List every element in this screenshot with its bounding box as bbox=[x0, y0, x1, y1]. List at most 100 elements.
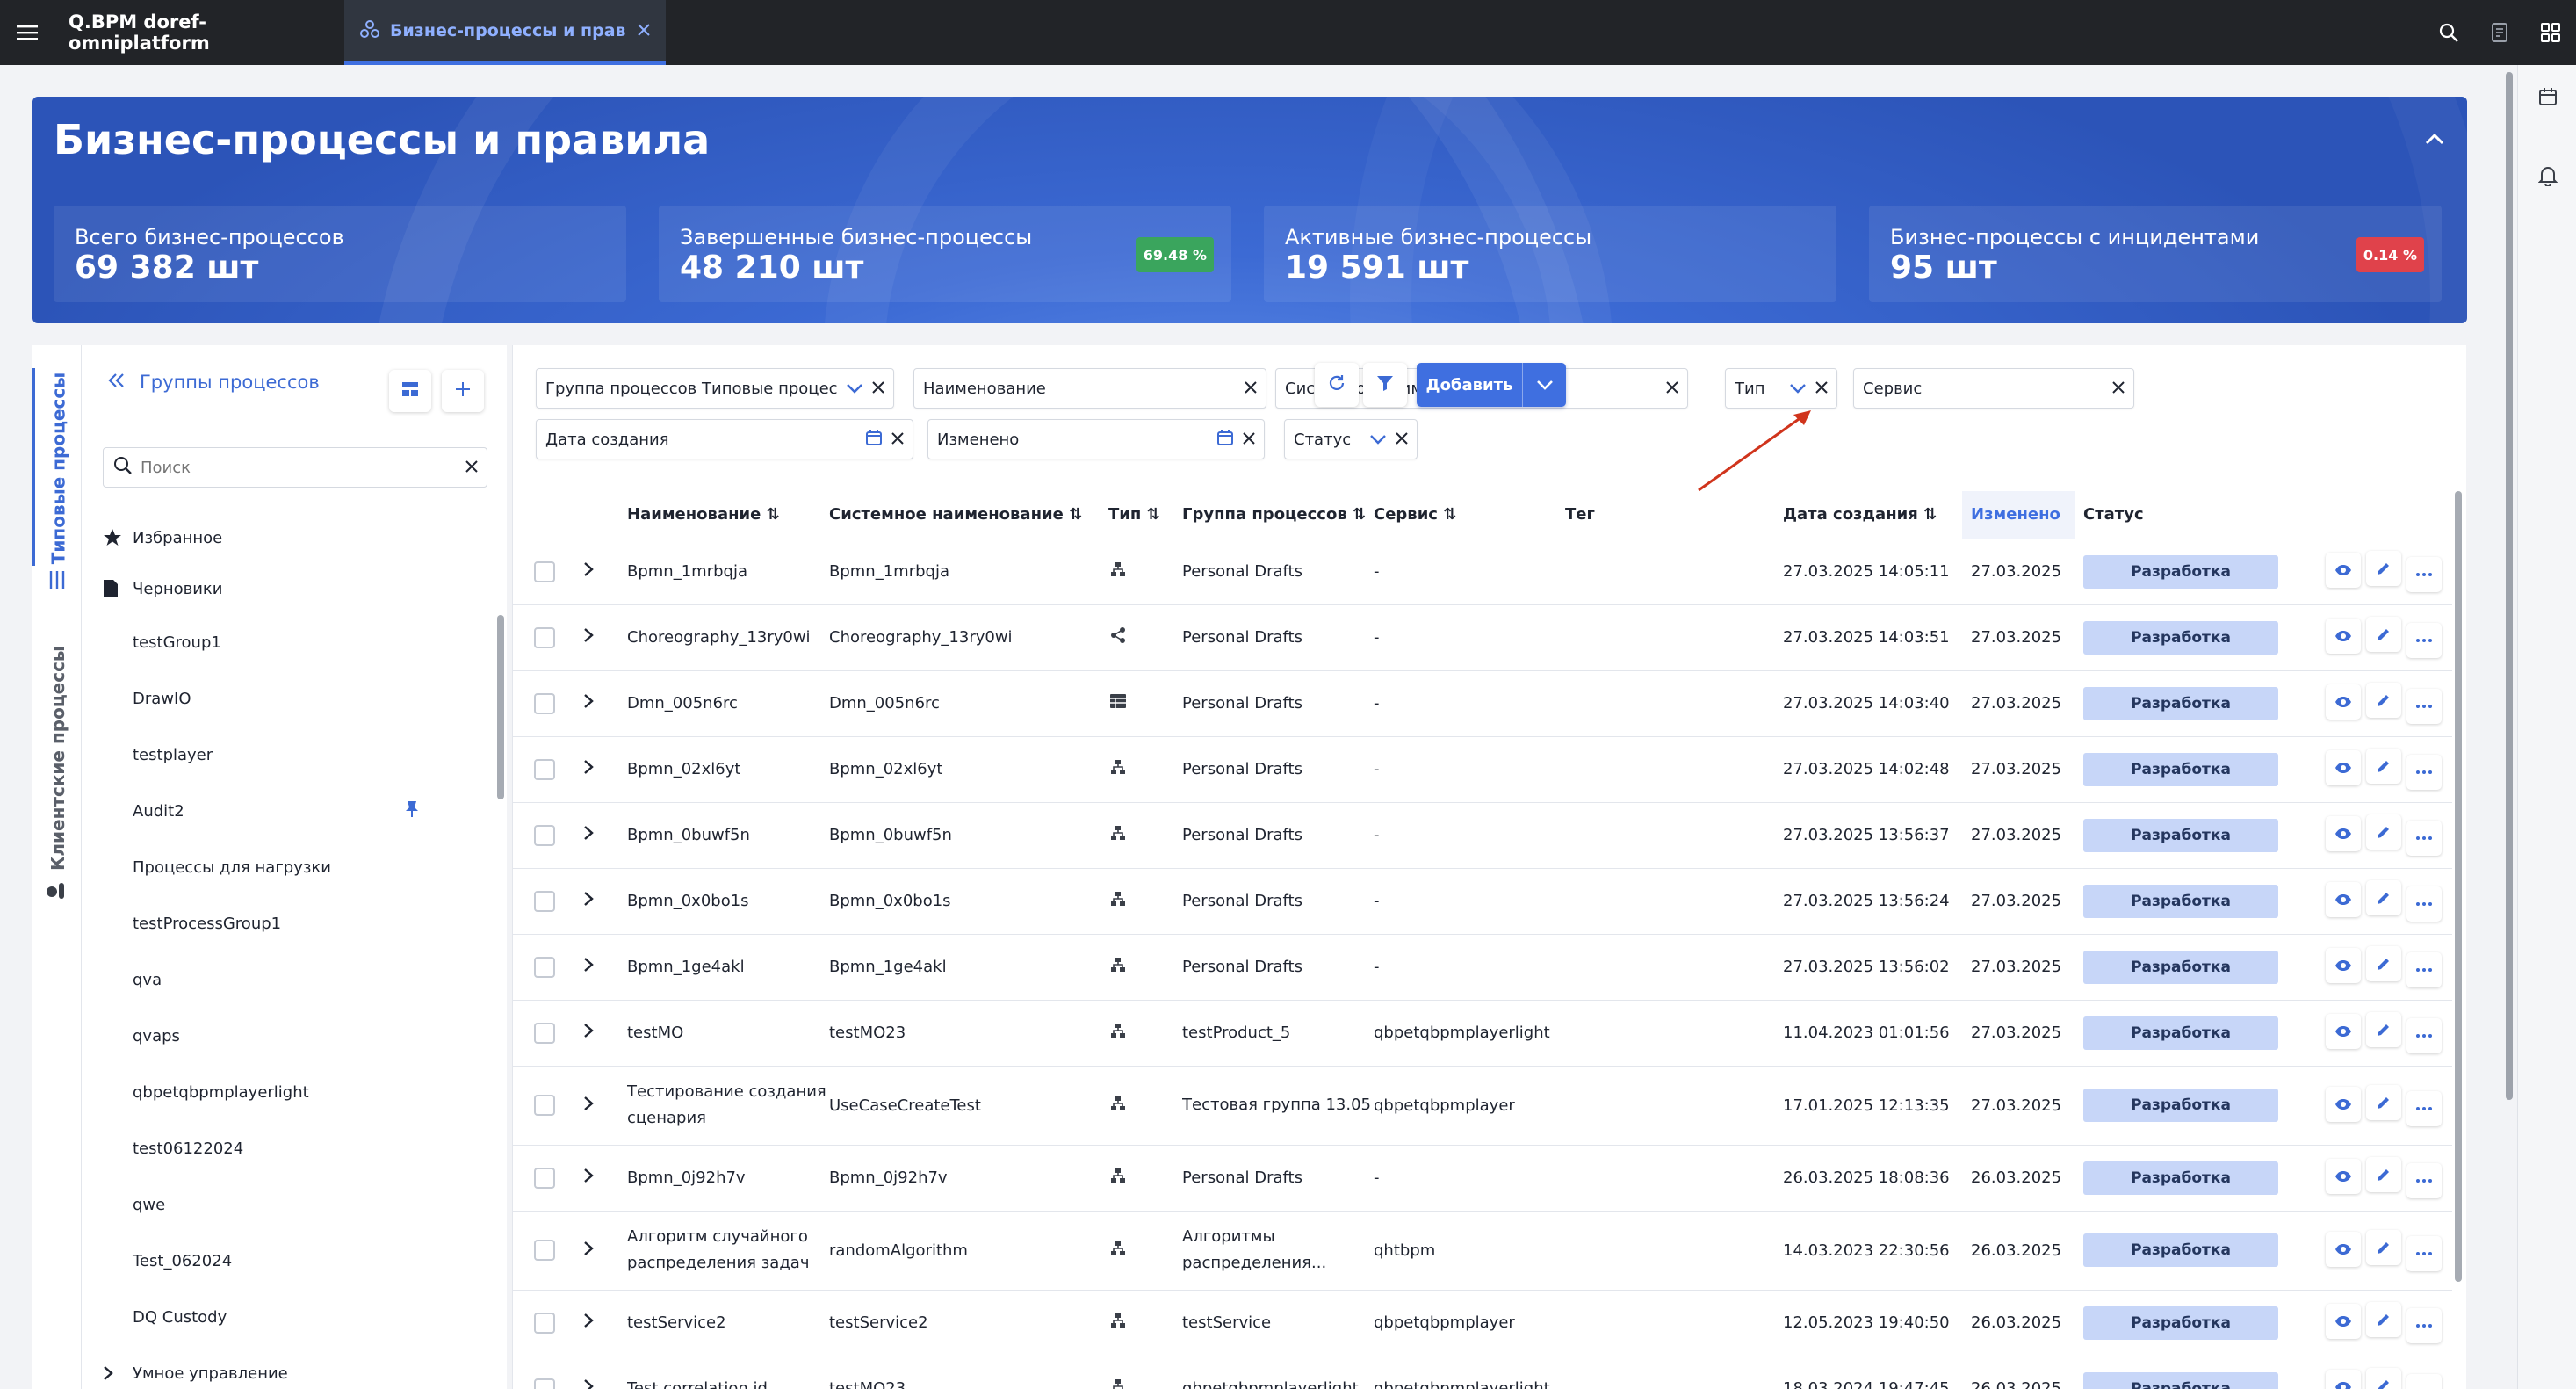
more-dots-icon[interactable] bbox=[2406, 1374, 2442, 1389]
clear-filter-icon[interactable] bbox=[1666, 380, 1678, 398]
cell-name[interactable]: Тестирование создания сценария bbox=[627, 1066, 829, 1146]
chevron-down-icon[interactable] bbox=[1789, 380, 1807, 398]
collapse-chevron-up-icon[interactable] bbox=[2425, 132, 2444, 148]
table-row[interactable]: Тестирование создания сценария UseCaseCre… bbox=[513, 1066, 2452, 1146]
row-checkbox[interactable] bbox=[534, 561, 555, 582]
table-scrollbar[interactable] bbox=[2452, 491, 2464, 1389]
calendar-icon[interactable] bbox=[2518, 65, 2576, 128]
row-checkbox[interactable] bbox=[534, 1095, 555, 1116]
row-checkbox[interactable] bbox=[534, 1240, 555, 1261]
edit-pencil-icon[interactable] bbox=[2366, 1368, 2401, 1389]
view-eye-icon[interactable] bbox=[2326, 882, 2361, 917]
table-row[interactable]: Bpmn_1mrbqja Bpmn_1mrbqja Personal Drafts -… bbox=[513, 539, 2452, 605]
filter-service[interactable]: Сервис bbox=[1853, 368, 2134, 409]
view-eye-icon[interactable] bbox=[2326, 750, 2361, 785]
filter-type[interactable]: Тип bbox=[1725, 368, 1837, 409]
table-row[interactable]: Bpmn_02xl6yt Bpmn_02xl6yt Personal Drafts -… bbox=[513, 736, 2452, 803]
header-modified[interactable]: Изменено bbox=[1962, 491, 2075, 539]
group-item[interactable]: DQ Custody bbox=[103, 1289, 472, 1345]
view-eye-icon[interactable] bbox=[2326, 1304, 2361, 1339]
more-dots-icon[interactable] bbox=[2406, 557, 2442, 592]
table-row[interactable]: Test correlation id testMO23 qbpetqbpmplay… bbox=[513, 1356, 2452, 1389]
groups-scrollbar[interactable] bbox=[497, 615, 504, 799]
calendar-icon[interactable] bbox=[1216, 429, 1234, 451]
edit-pencil-icon[interactable] bbox=[2366, 749, 2401, 784]
table-row[interactable]: Bpmn_0buwf5n Bpmn_0buwf5n Personal Drafts -… bbox=[513, 802, 2452, 869]
header-type[interactable]: Тип ⇅ bbox=[1108, 491, 1182, 539]
view-eye-icon[interactable] bbox=[2326, 1370, 2361, 1389]
group-item[interactable]: test06122024 bbox=[103, 1120, 472, 1176]
add-group-button[interactable] bbox=[442, 370, 484, 412]
table-row[interactable]: Алгоритм случайного распределения задач r… bbox=[513, 1211, 2452, 1291]
edit-pencil-icon[interactable] bbox=[2366, 1157, 2401, 1192]
more-dots-icon[interactable] bbox=[2406, 689, 2442, 724]
expand-chevron-icon[interactable] bbox=[583, 1313, 594, 1333]
more-dots-icon[interactable] bbox=[2406, 1308, 2442, 1343]
row-checkbox[interactable] bbox=[534, 890, 555, 912]
row-checkbox[interactable] bbox=[534, 626, 555, 648]
view-eye-icon[interactable] bbox=[2326, 1159, 2361, 1194]
more-dots-icon[interactable] bbox=[2406, 1018, 2442, 1053]
clear-filter-icon[interactable] bbox=[1815, 380, 1828, 398]
collapse-double-chevron-icon[interactable] bbox=[108, 373, 126, 392]
row-checkbox[interactable] bbox=[534, 692, 555, 714]
filter-name[interactable]: Наименование bbox=[913, 368, 1266, 409]
group-item[interactable]: qbpetqbpmplayerlight bbox=[103, 1064, 472, 1120]
header-name[interactable]: Наименование ⇅ bbox=[627, 491, 829, 539]
view-eye-icon[interactable] bbox=[2326, 684, 2361, 720]
cell-name[interactable]: Bpmn_1mrbqja bbox=[627, 539, 829, 605]
table-row[interactable]: testService2 testService2 testService qbpet… bbox=[513, 1290, 2452, 1356]
cell-name[interactable]: Bpmn_02xl6yt bbox=[627, 736, 829, 803]
clear-filter-icon[interactable] bbox=[1245, 380, 1257, 398]
group-item[interactable]: testplayer bbox=[103, 727, 472, 783]
expand-chevron-icon[interactable] bbox=[583, 892, 594, 911]
filter-created[interactable]: Дата создания bbox=[536, 419, 913, 459]
view-eye-icon[interactable] bbox=[2326, 553, 2361, 588]
edit-pencil-icon[interactable] bbox=[2366, 946, 2401, 981]
more-dots-icon[interactable] bbox=[2406, 1090, 2442, 1126]
group-item[interactable]: qwe bbox=[103, 1176, 472, 1233]
group-item[interactable]: Избранное bbox=[103, 512, 472, 563]
edit-pencil-icon[interactable] bbox=[2366, 617, 2401, 652]
filter-reset-button[interactable] bbox=[1363, 363, 1407, 407]
close-tab-icon[interactable] bbox=[638, 23, 650, 40]
row-checkbox[interactable] bbox=[534, 758, 555, 780]
header-created[interactable]: Дата создания ⇅ bbox=[1783, 491, 1962, 539]
expand-chevron-icon[interactable] bbox=[583, 694, 594, 713]
expand-chevron-icon[interactable] bbox=[583, 1379, 594, 1389]
clear-filter-icon[interactable] bbox=[872, 380, 884, 398]
sort-icon[interactable]: ⇅ bbox=[767, 505, 780, 524]
group-item[interactable]: Audit2 bbox=[103, 783, 472, 839]
edit-pencil-icon[interactable] bbox=[2366, 551, 2401, 586]
more-dots-icon[interactable] bbox=[2406, 1235, 2442, 1271]
more-dots-icon[interactable] bbox=[2406, 755, 2442, 790]
expand-chevron-icon[interactable] bbox=[583, 1168, 594, 1188]
clear-search-icon[interactable] bbox=[465, 459, 478, 476]
chevron-down-icon[interactable] bbox=[1522, 363, 1566, 407]
calendar-icon[interactable] bbox=[865, 429, 883, 451]
row-checkbox[interactable] bbox=[534, 1378, 555, 1389]
table-row[interactable]: Dmn_005n6rc Dmn_005n6rc Personal Drafts - 27… bbox=[513, 670, 2452, 737]
search-icon[interactable] bbox=[2423, 0, 2474, 65]
hamburger-menu-icon[interactable] bbox=[0, 0, 54, 65]
pin-icon[interactable] bbox=[405, 800, 419, 822]
group-item[interactable]: Процессы для нагрузки bbox=[103, 839, 472, 895]
clear-filter-icon[interactable] bbox=[1243, 430, 1255, 449]
clear-filter-icon[interactable] bbox=[891, 430, 904, 449]
expand-chevron-icon[interactable] bbox=[583, 1024, 594, 1043]
expand-chevron-icon[interactable] bbox=[583, 628, 594, 647]
cell-name[interactable]: Choreography_13ry0wi bbox=[627, 604, 829, 671]
apps-grid-icon[interactable] bbox=[2525, 0, 2576, 65]
view-eye-icon[interactable] bbox=[2326, 1014, 2361, 1049]
row-checkbox[interactable] bbox=[534, 1312, 555, 1334]
cell-name[interactable]: Test correlation id bbox=[627, 1356, 829, 1389]
sort-icon[interactable]: ⇅ bbox=[1923, 505, 1937, 524]
cell-name[interactable]: Dmn_005n6rc bbox=[627, 670, 829, 737]
edit-pencil-icon[interactable] bbox=[2366, 880, 2401, 915]
edit-pencil-icon[interactable] bbox=[2366, 1229, 2401, 1265]
clear-filter-icon[interactable] bbox=[2112, 380, 2125, 398]
group-item[interactable]: DrawIO bbox=[103, 670, 472, 727]
row-checkbox[interactable] bbox=[534, 1167, 555, 1189]
more-dots-icon[interactable] bbox=[2406, 623, 2442, 658]
group-item[interactable]: Test_062024 bbox=[103, 1233, 472, 1289]
